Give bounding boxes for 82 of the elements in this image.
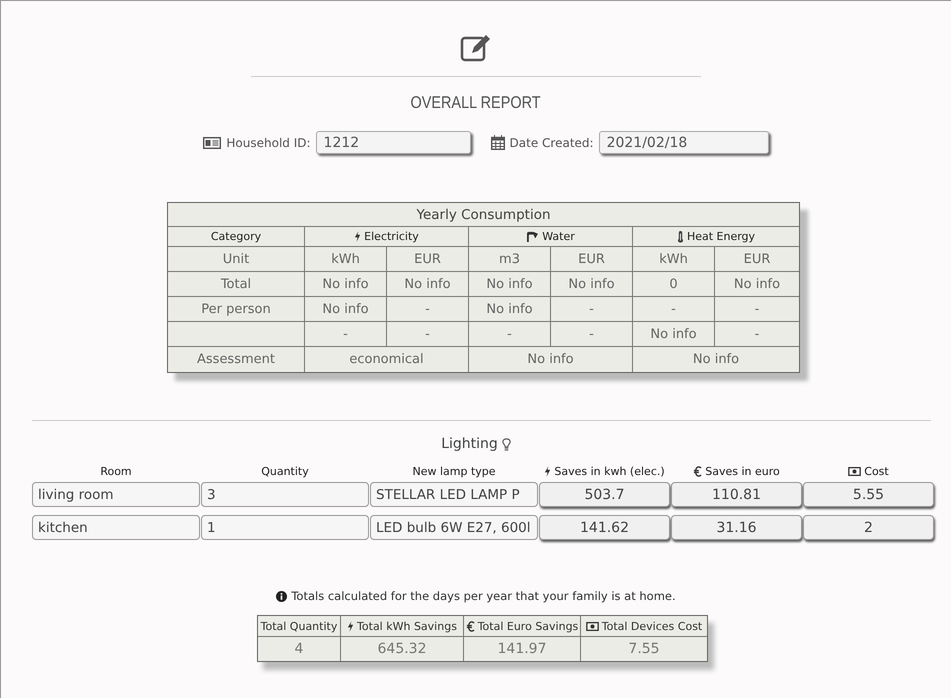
row-label: Total [168, 272, 305, 297]
table-cell: kWh [305, 247, 387, 272]
column-header: Total Quantity [258, 616, 341, 637]
input-field[interactable]: 1212 [316, 131, 471, 154]
table-cell-text: No info [692, 351, 740, 369]
table-cell: No info [469, 297, 551, 322]
field-label: Date Created: [510, 136, 594, 150]
table-cell: - [387, 297, 469, 322]
column-header: Category [168, 227, 305, 247]
input-field[interactable]: 2021/02/18 [598, 131, 769, 154]
report-title: OVERALL REPORT [410, 93, 542, 113]
table-cell: No info [633, 322, 715, 347]
input-field[interactable]: 3 [201, 482, 369, 507]
table-title: Yearly Consumption [168, 203, 799, 227]
input-field[interactable]: LED bulb 6W E27, 600l [370, 515, 538, 540]
table-cell: No info [305, 272, 387, 297]
bolt-icon [347, 620, 354, 632]
table-cell: m3 [469, 247, 551, 272]
table-cell: - [469, 322, 551, 347]
table-cell: No info [387, 272, 469, 297]
table-cell: - [387, 322, 469, 347]
table-cell: - [305, 322, 387, 347]
value-field: 110.81 [671, 482, 802, 507]
field-label: Household ID: [226, 136, 311, 150]
value-field: 31.16 [671, 515, 802, 540]
value-field: 503.7 [539, 482, 670, 507]
table-cell: kWh [633, 247, 715, 272]
banknote-icon [848, 466, 862, 476]
table-cell: - [633, 297, 715, 322]
table-cell: 4 [258, 637, 341, 661]
section-title: Lighting [441, 436, 498, 452]
column-header: Total Euro Savings [464, 616, 581, 637]
column-header: New lamp type [411, 464, 497, 478]
input-field[interactable]: kitchen [32, 515, 200, 540]
table-cell: No info [305, 297, 387, 322]
input-field[interactable]: living room [32, 482, 200, 507]
row-label: Per person [168, 297, 305, 322]
column-header: Total kWh Savings [341, 616, 464, 637]
lightbulb-icon [502, 438, 511, 450]
column-header: Saves in euro [671, 464, 802, 478]
thermometer-icon [676, 230, 684, 242]
bolt-icon [544, 466, 552, 476]
table-cell: No info [715, 272, 799, 297]
table-cell: No info [551, 272, 633, 297]
column-header: Heat Energy [633, 227, 799, 247]
column-header: Electricity [305, 227, 469, 247]
row-label: Assessment [168, 347, 305, 372]
id-card-icon [203, 136, 222, 148]
input-field[interactable]: STELLAR LED LAMP P [370, 482, 538, 507]
column-header: Water [469, 227, 633, 247]
value-field: 5.55 [803, 482, 934, 507]
table-cell: 0 [633, 272, 715, 297]
table-cell: EUR [551, 247, 633, 272]
value-field: 2 [803, 515, 934, 540]
calendar-icon [490, 135, 505, 150]
column-header: Room [99, 464, 133, 478]
table-cell: 645.32 [341, 637, 464, 661]
table-cell: No info [469, 272, 551, 297]
column-header: Quantity [260, 464, 310, 478]
info-icon [276, 590, 288, 602]
edit-icon [460, 34, 492, 62]
info-note: Totals calculated for the days per year that your family is at home. [291, 589, 676, 603]
table-cell: - [551, 297, 633, 322]
row-label: Unit [168, 247, 305, 272]
table-cell: 141.97 [464, 637, 581, 661]
input-field[interactable]: 1 [201, 515, 369, 540]
table-cell: - [551, 322, 633, 347]
table-cell: economical [305, 347, 469, 372]
column-header: Saves in kwh (elec.) [539, 464, 670, 478]
banknote-icon [586, 622, 599, 630]
table-cell: - [715, 322, 799, 347]
bolt-icon [354, 231, 362, 242]
column-header: Cost [803, 464, 934, 478]
table-cell-text: 7.55 [627, 640, 661, 659]
table-cell: EUR [387, 247, 469, 272]
euro-icon [466, 620, 475, 632]
table-cell: EUR [715, 247, 799, 272]
column-header: Total Devices Cost [581, 616, 707, 637]
value-field: 141.62 [539, 515, 670, 540]
table-cell: No info [469, 347, 633, 372]
table-cell: - [715, 297, 799, 322]
euro-icon [693, 466, 702, 476]
